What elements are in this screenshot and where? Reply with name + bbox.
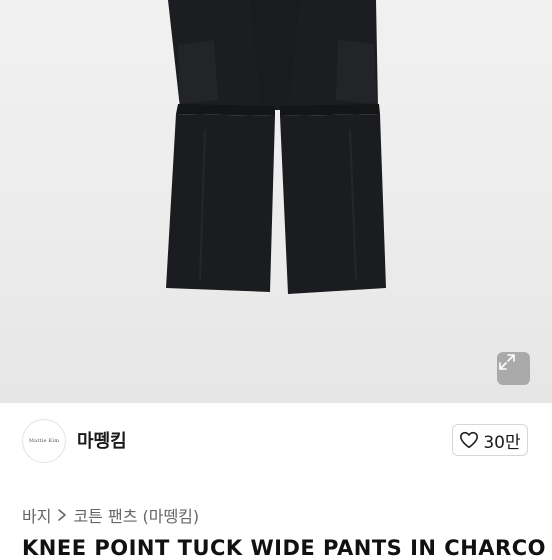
breadcrumb: 바지 코튼 팬츠 (마뗑킴) xyxy=(22,503,199,527)
like-button[interactable]: 30만 xyxy=(452,424,528,456)
breadcrumb-item-category[interactable]: 바지 xyxy=(22,503,51,527)
product-title: KNEE POINT TUCK WIDE PANTS IN CHARCO xyxy=(22,536,546,560)
like-count: 30만 xyxy=(483,432,521,453)
expand-button[interactable] xyxy=(497,352,530,385)
seller-avatar[interactable]: Mattie Kim xyxy=(22,419,66,463)
pants-illustration xyxy=(166,0,386,294)
breadcrumb-item-subcategory[interactable]: 코튼 팬츠 (마뗑킴) xyxy=(73,503,199,527)
product-image[interactable] xyxy=(0,0,552,403)
seller-name[interactable]: 마뗑킴 xyxy=(77,427,127,453)
chevron-right-icon xyxy=(58,509,67,521)
expand-icon xyxy=(499,354,515,370)
heart-icon xyxy=(460,431,479,449)
seller-row: Mattie Kim 마뗑킴 30만 xyxy=(0,403,552,479)
avatar-text: Mattie Kim xyxy=(28,438,60,444)
